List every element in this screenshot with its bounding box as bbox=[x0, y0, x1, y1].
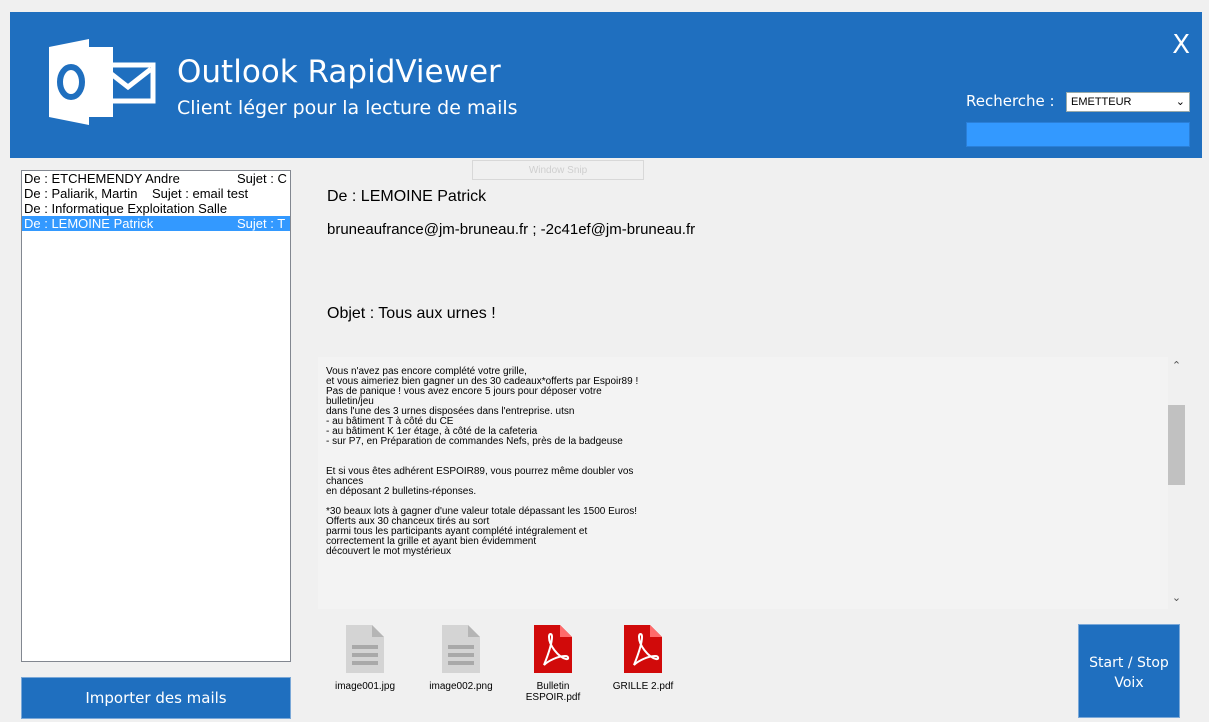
image-file-icon bbox=[346, 625, 384, 673]
mail-item-subject: Sujet : email test bbox=[152, 186, 249, 201]
mail-list-item[interactable]: De : Informatique Exploitation Salle bbox=[22, 201, 290, 216]
chevron-down-icon: ⌄ bbox=[1175, 96, 1185, 108]
message-body[interactable]: Vous n'avez pas encore complété votre gr… bbox=[318, 357, 1168, 609]
search-label: Recherche : bbox=[966, 92, 1055, 110]
mail-item-from: De : ETCHEMENDY Andre bbox=[24, 171, 180, 186]
message-body-line: Et si vous êtes adhérent ESPOIR89, vous … bbox=[326, 466, 634, 477]
window-snip-overlay: Window Snip bbox=[472, 160, 644, 180]
attachment-name: GRILLE 2.pdf bbox=[612, 681, 674, 692]
attachment-item[interactable]: image001.jpg bbox=[325, 625, 405, 692]
message-body-scrollbar[interactable]: ⌃ ⌄ bbox=[1168, 357, 1185, 609]
mail-item-from: De : Paliarik, Martin bbox=[24, 186, 138, 201]
message-body-text: Vous n'avez pas encore complété votre gr… bbox=[326, 367, 1168, 557]
attachment-name: Bulletin ESPOIR.pdf bbox=[525, 681, 581, 703]
search-input[interactable] bbox=[966, 122, 1190, 147]
message-body-line: - sur P7, en Préparation de commandes Ne… bbox=[326, 436, 623, 447]
pdf-file-icon bbox=[534, 625, 572, 673]
close-button[interactable]: X bbox=[1172, 30, 1190, 60]
mail-item-subject: Sujet : C bbox=[237, 171, 287, 186]
message-body-line: correctement la grille et ayant bien évi… bbox=[326, 536, 537, 547]
attachment-item[interactable]: GRILLE 2.pdf bbox=[603, 625, 683, 692]
app-subtitle: Client léger pour la lecture de mails bbox=[177, 97, 518, 119]
header-banner: Outlook RapidViewer Client léger pour la… bbox=[10, 12, 1202, 158]
attachment-name: image001.jpg bbox=[334, 681, 396, 692]
message-body-line: découvert le mot mystérieux bbox=[326, 546, 452, 557]
message-body-line bbox=[326, 447, 1168, 457]
app-title: Outlook RapidViewer bbox=[177, 54, 501, 90]
search-field-selected: EMETTEUR bbox=[1071, 96, 1132, 108]
pdf-file-icon bbox=[624, 625, 662, 673]
mail-list-item[interactable]: De : ETCHEMENDY Andre Sujet : C bbox=[22, 171, 290, 186]
message-from: De : LEMOINE Patrick bbox=[327, 188, 487, 205]
scroll-down-icon[interactable]: ⌄ bbox=[1168, 591, 1185, 607]
start-stop-voice-button[interactable]: Start / Stop Voix bbox=[1078, 624, 1180, 718]
import-mails-button[interactable]: Importer des mails bbox=[21, 677, 291, 719]
attachment-name: image002.png bbox=[429, 681, 493, 692]
mail-list-item-selected[interactable]: De : LEMOINE Patrick Sujet : T bbox=[22, 216, 290, 231]
search-field-select[interactable]: EMETTEUR ⌄ bbox=[1066, 92, 1190, 112]
mail-item-from: De : LEMOINE Patrick bbox=[24, 216, 154, 231]
mail-item-from: De : Informatique Exploitation Salle bbox=[24, 201, 228, 216]
message-subject: Objet : Tous aux urnes ! bbox=[327, 305, 496, 322]
scroll-thumb[interactable] bbox=[1168, 405, 1185, 485]
scroll-up-icon[interactable]: ⌃ bbox=[1168, 359, 1185, 375]
outlook-logo-icon bbox=[49, 39, 156, 125]
mail-list-item[interactable]: De : Paliarik, Martin Sujet : email test bbox=[22, 186, 290, 201]
image-file-icon bbox=[442, 625, 480, 673]
attachment-item[interactable]: image002.png bbox=[421, 625, 501, 692]
attachment-item[interactable]: Bulletin ESPOIR.pdf bbox=[513, 625, 593, 703]
message-body-line: Pas de panique ! vous avez encore 5 jour… bbox=[326, 386, 602, 397]
message-recipients: bruneaufrance@jm-bruneau.fr ; -2c41ef@jm… bbox=[327, 221, 696, 238]
message-body-line: en déposant 2 bulletins-réponses. bbox=[326, 486, 477, 497]
mail-list[interactable]: De : ETCHEMENDY Andre Sujet : C De : Pal… bbox=[21, 170, 291, 662]
mail-item-subject: Sujet : T bbox=[237, 216, 286, 231]
